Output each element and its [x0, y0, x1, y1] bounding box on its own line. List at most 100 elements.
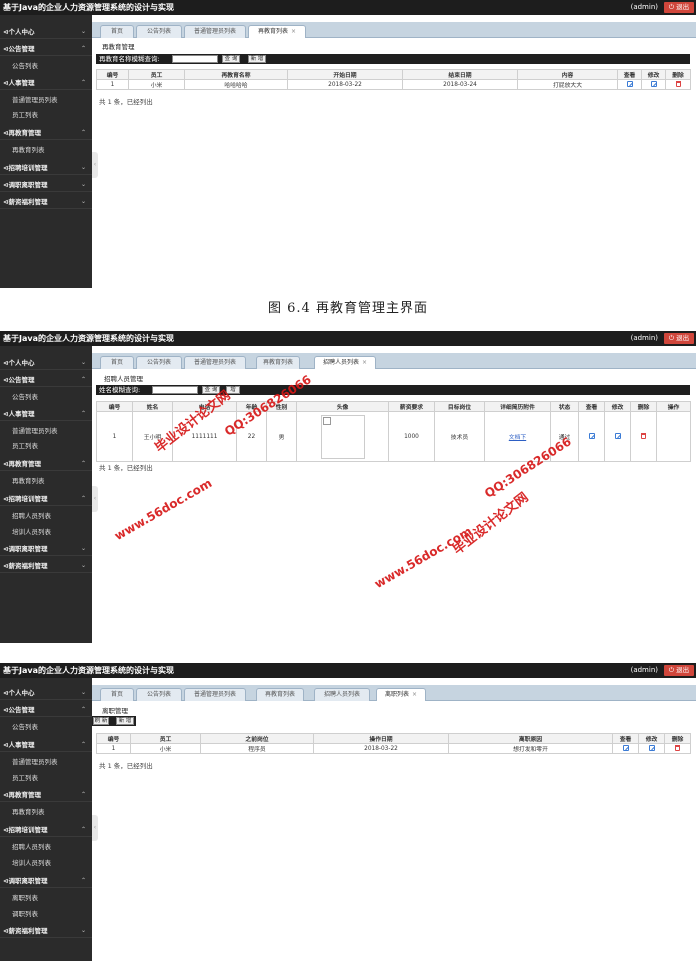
sidebar-group-notice[interactable]: ⊲公告管理 ⌃ [0, 42, 92, 56]
tab-recruit[interactable]: 招聘人员列表 × [314, 356, 376, 369]
chevron-down-icon: ⌄ [80, 164, 86, 171]
tab-reedu[interactable]: 再教育列表 × [248, 25, 306, 38]
sidebar-item-reedu-list[interactable]: 再教育列表 [12, 145, 45, 155]
sidebar-item-notice-list[interactable]: 公告列表 [12, 392, 38, 402]
sidebar-item-notice-list[interactable]: 公告列表 [12, 722, 38, 732]
current-user: (admin) [630, 3, 658, 11]
sidebar-item-reedu-list[interactable]: 再教育列表 [12, 476, 45, 486]
screenshot-recruitment: 基于Java的企业人力资源管理系统的设计与实现 (admin) ⏻ 退出 ⊲个人… [0, 331, 696, 643]
power-icon: ⏻ [668, 334, 675, 342]
sidebar-item-admins[interactable]: 普通管理员列表 [12, 95, 58, 105]
sidebar-item-recruit-list[interactable]: 招聘人员列表 [12, 511, 51, 521]
sidebar-group-hr[interactable]: ⊲人事管理 ⌃ [0, 76, 92, 90]
sidebar-item-admins[interactable]: 普通管理员列表 [12, 426, 58, 436]
sidebar-item-reedu-list[interactable]: 再教育列表 [12, 807, 45, 817]
sidebar-group-personal[interactable]: ⊲个人中心 ⌄ [0, 356, 92, 370]
tab-recruit[interactable]: 招聘人员列表 [314, 688, 370, 701]
sidebar-group-reedu[interactable]: ⊲再教育管理 ⌃ [0, 788, 92, 802]
sidebar-item-notice-list[interactable]: 公告列表 [12, 61, 38, 71]
sidebar-group-transfer[interactable]: ⊲调职离职管理 ⌄ [0, 542, 92, 556]
chevron-left-icon: ‹ [93, 495, 97, 502]
sidebar-collapse-handle[interactable]: ‹ [92, 815, 98, 841]
close-icon[interactable]: × [362, 359, 367, 366]
tab-home[interactable]: 首页 [100, 356, 134, 369]
edit-icon[interactable] [614, 432, 621, 439]
trash-icon[interactable] [675, 80, 681, 87]
sidebar-group-hr[interactable]: ⊲人事管理 ⌃ [0, 407, 92, 421]
tab-admins[interactable]: 普通管理员列表 [184, 688, 246, 701]
tab-admins[interactable]: 普通管理员列表 [184, 356, 246, 369]
sidebar-item-train-list[interactable]: 培训人员列表 [12, 527, 51, 537]
sidebar-group-salary[interactable]: ⊲薪资福利管理 ⌄ [0, 924, 92, 938]
view-icon[interactable] [622, 744, 629, 751]
sidebar-group-hr[interactable]: ⊲人事管理 ⌃ [0, 738, 92, 752]
current-user: (admin) [630, 334, 658, 342]
tab-bar: 首页 公告列表 普通管理员列表 再教育列表 招聘人员列表 × [92, 353, 696, 369]
sidebar: ⊲个人中心 ⌄ ⊲公告管理 ⌃ 公告列表 ⊲人事管理 ⌃ 普通管理员列表 员工列表 ⊲… [0, 678, 92, 961]
tab-reedu[interactable]: 再教育列表 [256, 356, 300, 369]
chevron-left-icon: ‹ [93, 161, 97, 168]
sidebar-item-admins[interactable]: 普通管理员列表 [12, 757, 58, 767]
resume-download-link[interactable]: 文档下 [509, 435, 526, 441]
sidebar-item-recruit-list[interactable]: 招聘人员列表 [12, 842, 51, 852]
sidebar-item-employees[interactable]: 员工列表 [12, 110, 38, 120]
sidebar-group-salary[interactable]: ⊲薪资福利管理 ⌄ [0, 559, 92, 573]
tab-bar: 首页 公告列表 普通管理员列表 再教育列表 招聘人员列表 离职列表 × [92, 685, 696, 701]
tab-notice[interactable]: 公告列表 [136, 356, 182, 369]
refresh-button[interactable]: 刷 新 [93, 717, 109, 725]
edit-icon[interactable] [648, 744, 655, 751]
sidebar-group-notice[interactable]: ⊲公告管理 ⌃ [0, 703, 92, 717]
sidebar-collapse-handle[interactable]: ‹ [92, 152, 98, 178]
close-icon[interactable]: × [291, 28, 296, 35]
add-button[interactable]: 新 增 [248, 55, 266, 63]
sidebar-group-salary[interactable]: ⊲薪资福利管理 ⌄ [0, 195, 92, 209]
tab-notice[interactable]: 公告列表 [136, 688, 182, 701]
sidebar-group-transfer[interactable]: ⊲调职离职管理 ⌄ [0, 178, 92, 192]
sidebar-group-personal[interactable]: ⊲个人中心 ⌄ [0, 686, 92, 700]
pagination-info: 共 1 条，已经列出 [99, 464, 153, 472]
table-header-row: 编号 姓名 电话 年龄 性别 头像 薪资要求 目标岗位 详细简历附件 状态 查看 修改 删除 操作 [96, 401, 691, 412]
search-label: 姓名模糊查询: [99, 386, 141, 394]
sidebar-group-recruit[interactable]: ⊲招聘培训管理 ⌄ [0, 161, 92, 175]
query-button[interactable]: 查 询 [222, 55, 240, 63]
app-title: 基于Java的企业人力资源管理系统的设计与实现 [3, 334, 174, 343]
logout-button[interactable]: ⏻ 退出 [664, 2, 694, 13]
trash-icon[interactable] [641, 432, 646, 439]
trash-icon[interactable] [675, 744, 680, 751]
sidebar: ⊲个人中心 ⌄ ⊲公告管理 ⌃ 公告列表 ⊲人事管理 ⌃ 普通管理员列表 员工列表 ⊲… [0, 15, 92, 288]
sidebar-group-reedu[interactable]: ⊲再教育管理 ⌃ [0, 457, 92, 471]
sidebar-group-transfer[interactable]: ⊲调职离职管理 ⌃ [0, 874, 92, 888]
tab-home[interactable]: 首页 [100, 688, 134, 701]
sidebar-group-notice[interactable]: ⊲公告管理 ⌃ [0, 373, 92, 387]
sidebar-item-employees[interactable]: 员工列表 [12, 441, 38, 451]
search-input[interactable] [172, 55, 218, 63]
sidebar-group-personal[interactable]: ⊲个人中心 ⌄ [0, 25, 92, 39]
logout-button[interactable]: ⏻ 退出 [664, 665, 694, 676]
sidebar-item-train-list[interactable]: 培训人员列表 [12, 858, 51, 868]
sidebar-item-employees[interactable]: 员工列表 [12, 773, 38, 783]
chevron-up-icon: ⌃ [80, 826, 86, 833]
figure-caption: 图 6.4 再教育管理主界面 [268, 301, 428, 316]
sidebar-item-leave-list[interactable]: 离职列表 [12, 893, 38, 903]
add-button[interactable]: 新 增 [116, 717, 134, 725]
avatar-broken-image-icon [320, 414, 365, 459]
view-icon[interactable] [588, 432, 595, 439]
search-input[interactable] [152, 386, 198, 394]
chevron-down-icon: ⌄ [80, 181, 86, 188]
sidebar-group-recruit[interactable]: ⊲招聘培训管理 ⌃ [0, 823, 92, 837]
sidebar-item-transfer-list[interactable]: 调职列表 [12, 909, 38, 919]
reedu-table: 编号 员工 再教育名称 开始日期 结束日期 内容 查看 修改 删除 1 小米 哈哈哈哈 2018-03… [96, 69, 691, 90]
edit-icon[interactable] [650, 80, 657, 87]
tab-admins[interactable]: 普通管理员列表 [184, 25, 246, 38]
tab-home[interactable]: 首页 [100, 25, 134, 38]
chevron-up-icon: ⌃ [80, 706, 86, 713]
sidebar-collapse-handle[interactable]: ‹ [92, 486, 98, 512]
tab-notice[interactable]: 公告列表 [136, 25, 182, 38]
sidebar-group-reedu[interactable]: ⊲再教育管理 ⌃ [0, 126, 92, 140]
tab-leave[interactable]: 离职列表 × [376, 688, 426, 701]
logout-button[interactable]: ⏻ 退出 [664, 333, 694, 344]
sidebar-group-recruit[interactable]: ⊲招聘培训管理 ⌃ [0, 492, 92, 506]
close-icon[interactable]: × [412, 691, 417, 698]
view-icon[interactable] [626, 80, 633, 87]
tab-reedu[interactable]: 再教育列表 [256, 688, 304, 701]
